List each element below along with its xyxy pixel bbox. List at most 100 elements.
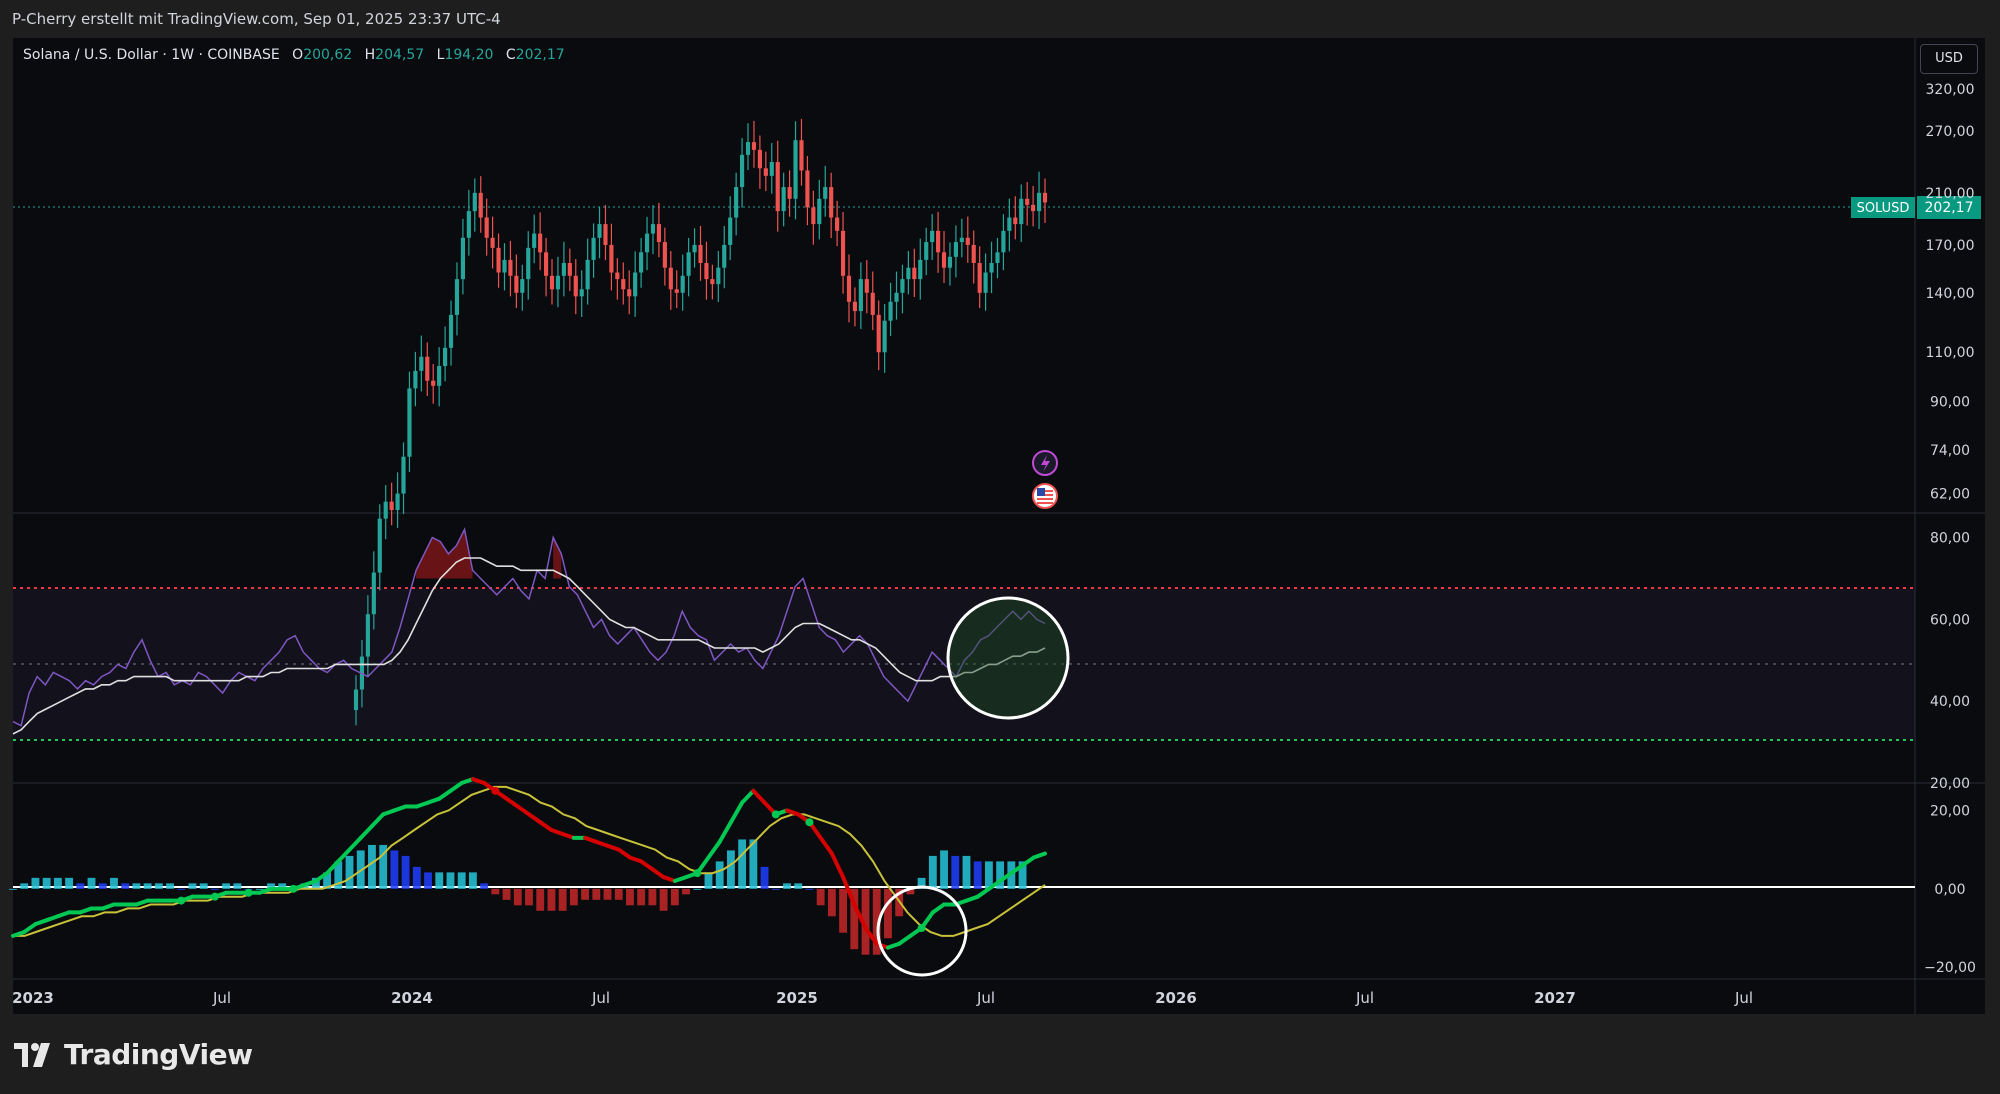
macd-line-segment: [358, 824, 374, 840]
candle: [835, 200, 840, 247]
macd-histogram-bar: [592, 888, 601, 900]
macd-line-segment: [829, 851, 846, 880]
macd-line-segment: [448, 781, 464, 793]
candle: [704, 241, 709, 300]
rsi-axis-tick: 60,00: [1930, 612, 1970, 628]
candle: [882, 304, 887, 373]
high-label: H: [364, 47, 376, 63]
candle: [858, 262, 863, 329]
macd-line-segment: [538, 820, 554, 833]
candle: [555, 256, 561, 308]
time-axis-tick: Jul: [1355, 989, 1374, 1007]
macd-histogram-bar: [569, 888, 578, 906]
candle: [437, 347, 442, 407]
macd-histogram-bar: [738, 839, 747, 889]
candle: [472, 178, 477, 232]
candle: [977, 246, 982, 309]
price-badge-value: 202,17: [1925, 200, 1974, 216]
candle: [454, 262, 460, 336]
candle: [674, 270, 679, 309]
macd-histogram-bar: [827, 888, 836, 917]
candle: [930, 214, 935, 260]
candle: [1042, 178, 1048, 223]
candle: [900, 264, 905, 314]
macd-histogram-bar: [637, 888, 646, 906]
macd-histogram-bar: [760, 866, 769, 889]
macd-line-segment: [897, 933, 913, 946]
macd-histogram-bar: [154, 883, 163, 889]
candle: [407, 371, 412, 472]
close-label: C: [505, 47, 516, 63]
candle: [401, 442, 406, 515]
macd-histogram-bar: [794, 883, 803, 889]
price-axis-tick: 320,00: [1926, 82, 1975, 98]
currency-button[interactable]: USD: [1920, 44, 1978, 74]
rsi-axis-tick: 40,00: [1930, 694, 1970, 710]
macd-line-segment: [22, 922, 38, 934]
candle: [656, 202, 662, 258]
candle: [1031, 185, 1036, 227]
high-value: 204,57: [375, 47, 425, 63]
candle: [443, 326, 448, 382]
candle: [514, 254, 519, 309]
close-value: 202,17: [515, 47, 565, 63]
candle: [947, 242, 953, 286]
candle: [644, 216, 650, 271]
macd-line-segment: [515, 804, 531, 817]
time-axis-tick: Jul: [1734, 989, 1753, 1007]
time-axis-tick: Jul: [212, 989, 231, 1007]
candle: [995, 237, 1000, 279]
macd-histogram-bar: [491, 888, 500, 895]
lightning-event-icon[interactable]: [1032, 450, 1058, 476]
macd-histogram-bar: [603, 888, 612, 900]
chart-canvas[interactable]: SOLUSD 202,17 320,00 270,00 210,00 170,00 14…: [0, 0, 2000, 1094]
macd-histogram-bar: [962, 855, 971, 889]
candle: [686, 237, 691, 297]
candle: [1007, 198, 1012, 252]
candle: [757, 135, 762, 189]
time-axis-tick: 2027: [1534, 989, 1576, 1007]
time-axis-tick: 2023: [12, 989, 54, 1007]
us-flag-event-icon[interactable]: [1032, 483, 1058, 509]
macd-histogram-bar: [502, 888, 511, 900]
candle: [419, 335, 424, 392]
macd-cross-dot: [177, 896, 186, 905]
candle: [425, 342, 430, 396]
tradingview-logo[interactable]: TradingView: [14, 1038, 253, 1071]
candle: [692, 228, 697, 268]
candle: [745, 123, 751, 171]
candle: [597, 207, 602, 259]
macd-histogram-bar: [188, 883, 197, 889]
candle: [971, 230, 976, 284]
macd-histogram-bar: [132, 883, 141, 889]
candle: [389, 482, 394, 526]
macd-line-segment: [740, 788, 756, 805]
macd-histogram-bar: [166, 883, 174, 889]
macd-histogram-bar: [783, 883, 791, 889]
macd-histogram-bar: [53, 877, 62, 889]
macd-histogram-bar: [20, 883, 29, 889]
time-axis-labels: 2023 Jul 2024 Jul 2025 Jul 2026 Jul 2027 Jul: [12, 989, 1753, 1007]
price-axis-tick: 170,00: [1926, 238, 1975, 254]
candle: [603, 205, 608, 261]
macd-line-segment: [818, 835, 834, 856]
candle: [508, 240, 513, 297]
macd-line-segment: [728, 800, 745, 825]
macd-histogram-bar: [390, 850, 399, 889]
footer: [0, 1014, 2000, 1094]
macd-histogram-bar: [143, 883, 152, 889]
macd-line-segment: [706, 839, 722, 860]
macd-line-segment: [437, 788, 453, 801]
macd-histogram-bar: [771, 888, 780, 890]
price-axis-tick: 74,00: [1930, 443, 1970, 459]
candle: [496, 233, 501, 288]
macd-histogram-bar: [614, 888, 623, 900]
candle: [591, 223, 596, 278]
candle: [846, 254, 852, 323]
candle: [431, 364, 436, 404]
candle: [549, 259, 555, 305]
macd-histogram-bar: [525, 888, 533, 906]
candle: [799, 118, 804, 186]
macd-cross-dot: [289, 884, 298, 893]
macd-cross-dot: [693, 869, 702, 878]
